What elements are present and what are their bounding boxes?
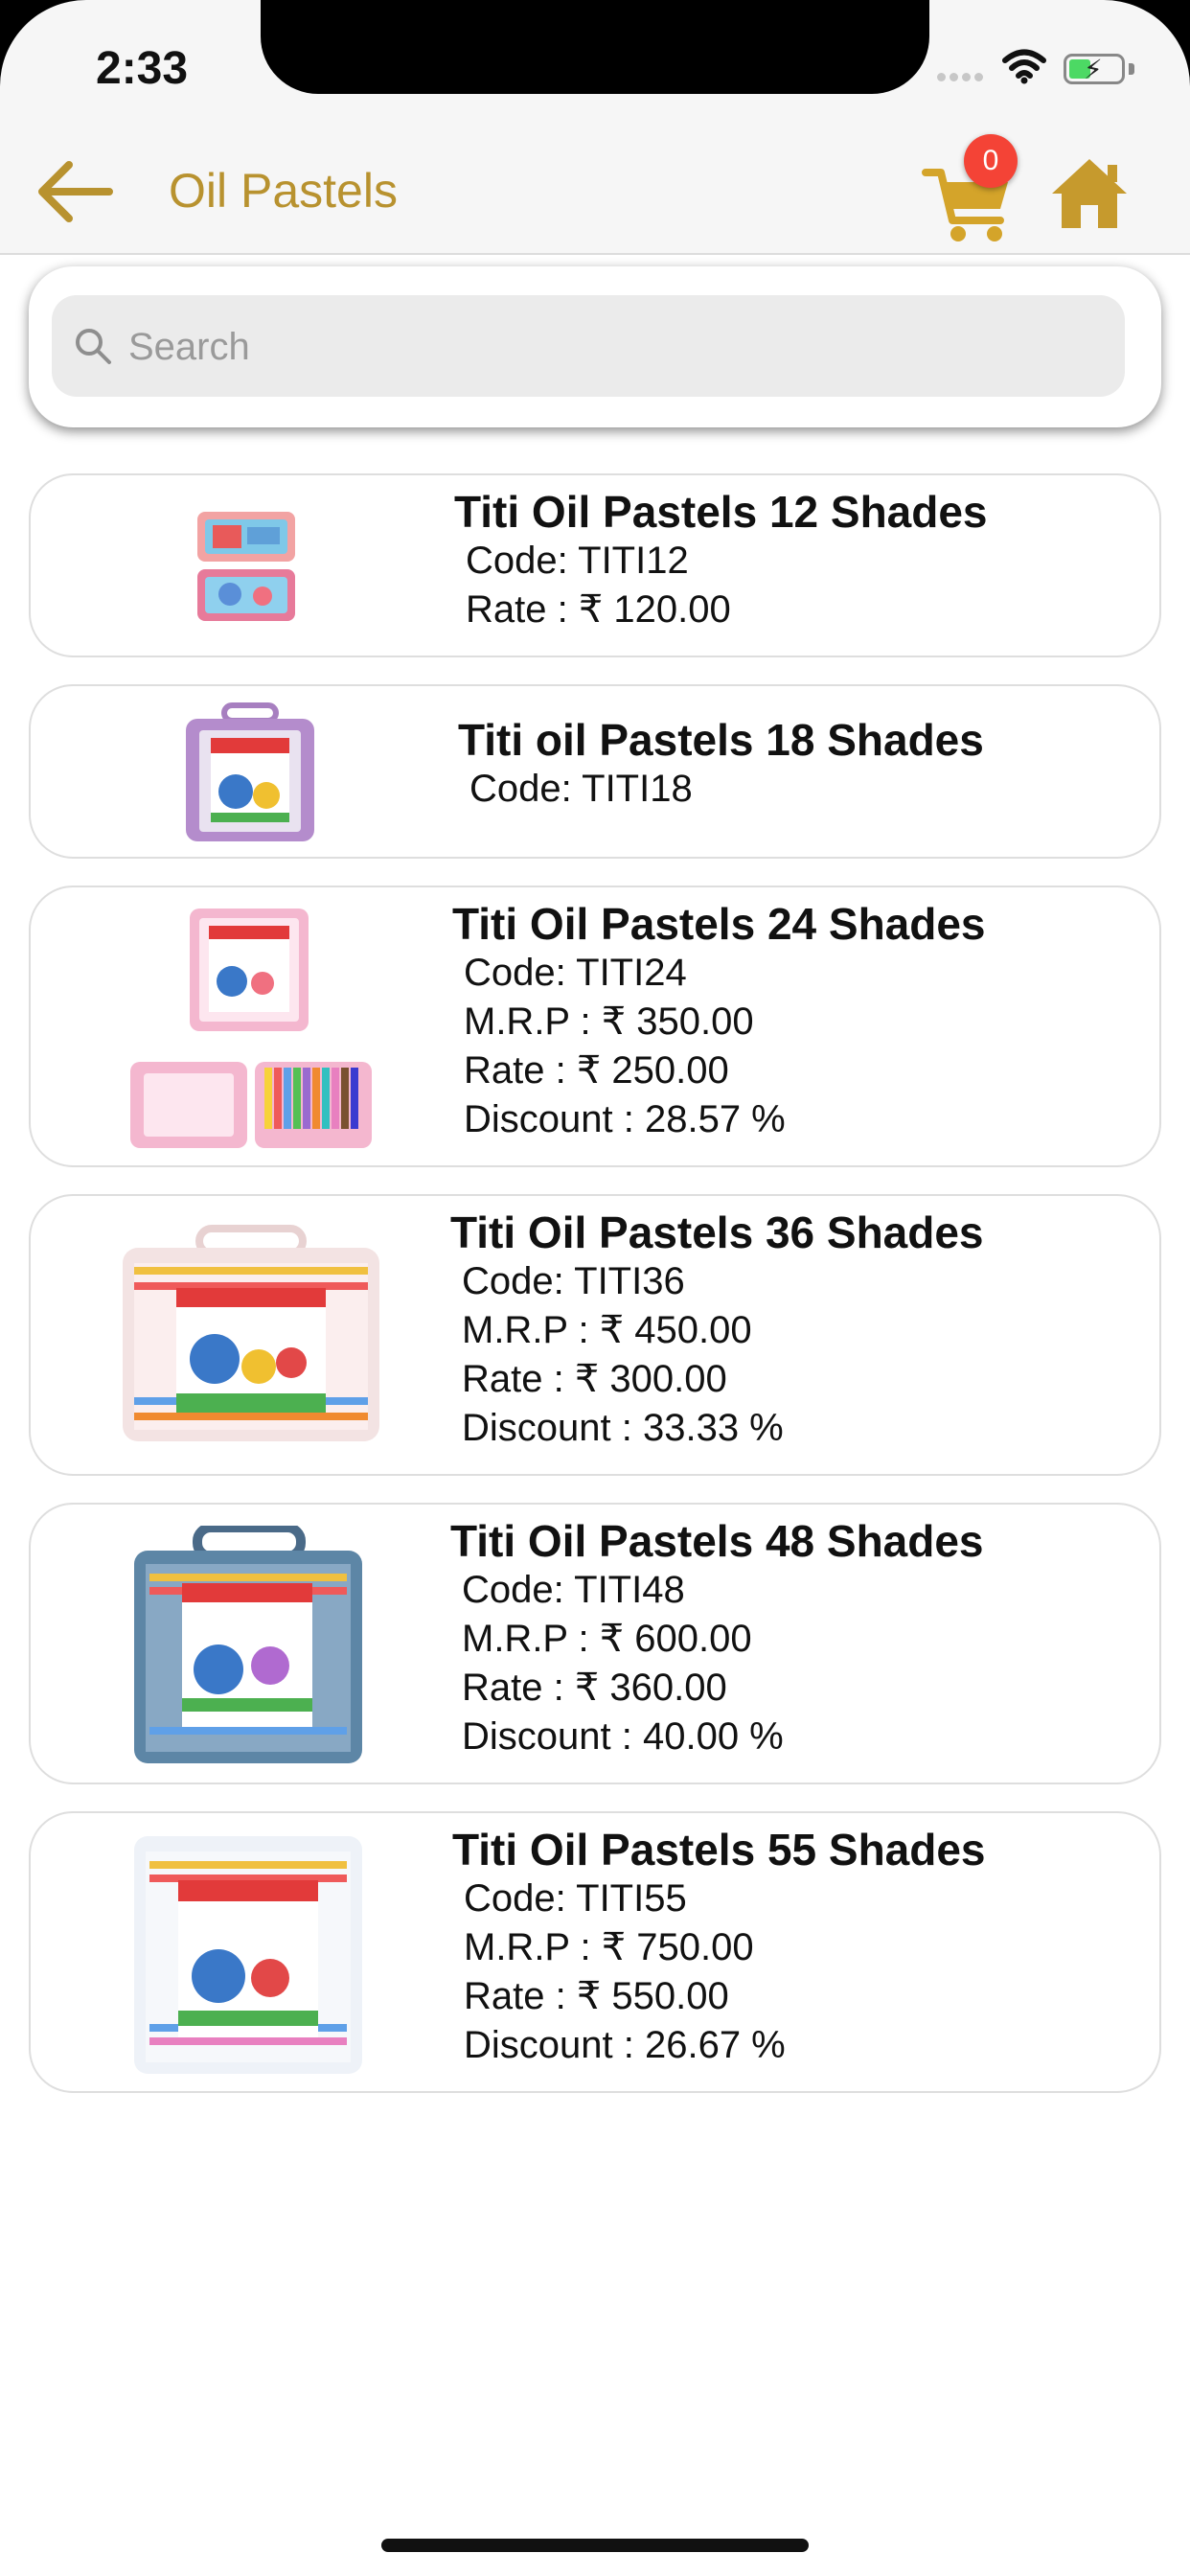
product-discount: Discount : 28.57 % [464, 1098, 786, 1140]
arrow-left-icon [38, 161, 113, 222]
search-icon [76, 329, 111, 364]
product-rate: Rate : ₹ 120.00 [466, 588, 731, 631]
product-card[interactable]: Titi Oil Pastels 36 Shades Code: TITI36 … [29, 1194, 1161, 1476]
product-info: Titi Oil Pastels 12 Shades Code: TITI12 … [454, 487, 988, 634]
product-mrp: M.R.P : ₹ 350.00 [464, 1000, 754, 1043]
product-discount: Discount : 40.00 % [462, 1715, 784, 1758]
wifi-icon [1002, 48, 1046, 89]
search-card [29, 266, 1161, 427]
product-image [126, 905, 376, 1152]
product-name: Titi Oil Pastels 48 Shades [450, 1516, 984, 1566]
product-name: Titi Oil Pastels 55 Shades [452, 1825, 986, 1874]
battery-icon: ⚡ [1064, 54, 1125, 84]
battery-tip [1129, 63, 1134, 75]
product-card[interactable]: Titi Oil Pastels 48 Shades Code: TITI48 … [29, 1503, 1161, 1784]
product-image [130, 1523, 366, 1767]
product-image [130, 1832, 366, 2078]
product-image [194, 508, 299, 625]
product-mrp: M.R.P : ₹ 600.00 [462, 1618, 752, 1660]
product-rate: Rate : ₹ 550.00 [464, 1975, 729, 2017]
product-code: Code: TITI48 [462, 1569, 685, 1611]
product-discount: Discount : 33.33 % [462, 1407, 784, 1449]
product-rate: Rate : ₹ 250.00 [464, 1049, 729, 1092]
product-info: Titi Oil Pastels 48 Shades Code: TITI48 … [450, 1516, 984, 1761]
product-name: Titi Oil Pastels 36 Shades [450, 1208, 984, 1257]
product-code: Code: TITI24 [464, 952, 687, 994]
product-code: Code: TITI36 [462, 1260, 685, 1302]
signal-icon [937, 69, 987, 86]
product-info: Titi Oil Pastels 55 Shades Code: TITI55 … [452, 1825, 986, 2070]
product-info: Titi Oil Pastels 36 Shades Code: TITI36 … [450, 1208, 984, 1453]
home-indicator[interactable] [381, 2539, 809, 2552]
product-name: Titi Oil Pastels 12 Shades [454, 487, 988, 537]
product-card[interactable]: Titi Oil Pastels 55 Shades Code: TITI55 … [29, 1811, 1161, 2093]
product-discount: Discount : 26.67 % [464, 2024, 786, 2066]
product-info: Titi oil Pastels 18 Shades Code: TITI18 [458, 715, 984, 814]
page-title: Oil Pastels [169, 164, 398, 218]
product-rate: Rate : ₹ 360.00 [462, 1667, 727, 1709]
product-code: Code: TITI18 [469, 768, 693, 810]
status-bar: 2:33 ⚡ [0, 0, 1190, 172]
product-name: Titi Oil Pastels 24 Shades [452, 899, 986, 949]
product-image [119, 1225, 383, 1445]
nav-bar: Oil Pastels 0 [0, 134, 1190, 255]
product-card[interactable]: Titi Oil Pastels 24 Shades Code: TITI24 … [29, 886, 1161, 1167]
product-info: Titi Oil Pastels 24 Shades Code: TITI24 … [452, 899, 986, 1144]
search-input[interactable] [126, 295, 1108, 399]
product-code: Code: TITI12 [466, 540, 689, 582]
home-icon [1052, 159, 1127, 228]
notch [261, 0, 929, 94]
product-name: Titi oil Pastels 18 Shades [458, 715, 984, 765]
status-time: 2:33 [96, 43, 189, 94]
product-card[interactable]: Titi oil Pastels 18 Shades Code: TITI18 [29, 684, 1161, 859]
cart-count-badge: 0 [964, 134, 1018, 188]
product-card[interactable]: Titi Oil Pastels 12 Shades Code: TITI12 … [29, 473, 1161, 657]
product-rate: Rate : ₹ 300.00 [462, 1358, 727, 1400]
product-image [182, 700, 318, 845]
product-mrp: M.R.P : ₹ 750.00 [464, 1926, 754, 1968]
product-code: Code: TITI55 [464, 1877, 687, 1920]
home-button[interactable] [1048, 153, 1131, 236]
screen-corner [0, 0, 172, 172]
back-button[interactable] [34, 153, 121, 230]
search-box[interactable] [52, 295, 1125, 399]
product-mrp: M.R.P : ₹ 450.00 [462, 1309, 752, 1351]
